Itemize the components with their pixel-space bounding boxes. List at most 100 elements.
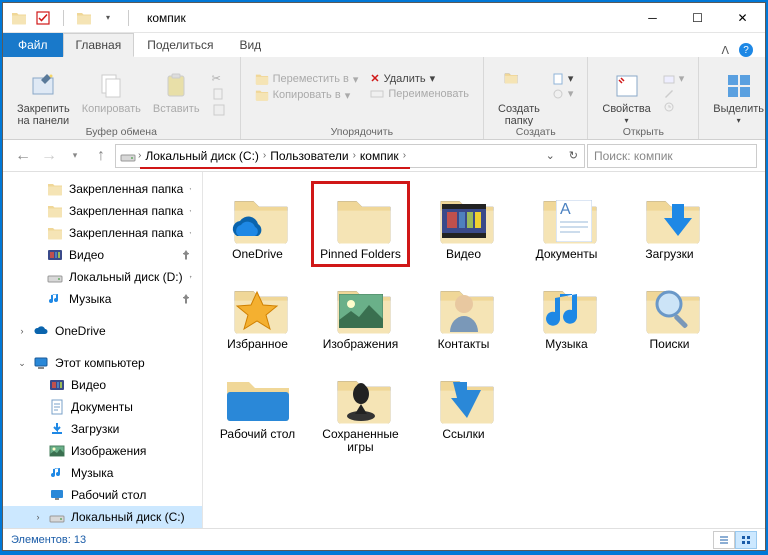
tree-label: Закрепленная папка — [69, 226, 183, 240]
tree-item-pinned[interactable]: Закрепленная папка — [3, 200, 202, 222]
ribbon-collapse-icon[interactable]: ᐱ — [721, 44, 729, 57]
view-icons-button[interactable] — [735, 531, 757, 549]
tree-label: Изображения — [71, 444, 146, 458]
folder-item[interactable]: Музыка — [518, 272, 615, 356]
maximize-button[interactable]: ☐ — [675, 3, 720, 33]
tree-item-pinned[interactable]: Закрепленная папка — [3, 222, 202, 244]
breadcrumb-seg[interactable]: компик — [358, 149, 401, 163]
paste-shortcut-button[interactable] — [208, 102, 230, 118]
video-icon — [47, 247, 63, 263]
tree-item[interactable]: Рабочий стол — [3, 484, 202, 506]
images-icon — [49, 443, 65, 459]
desktop-icon — [223, 366, 293, 426]
minimize-button[interactable]: ─ — [630, 3, 675, 33]
breadcrumb-dropdown-icon[interactable]: ⌄ — [540, 149, 561, 162]
pin-icon — [180, 249, 192, 261]
ribbon-tabs: Файл Главная Поделиться Вид ᐱ ? — [3, 33, 765, 57]
links-icon — [429, 366, 499, 426]
folder-item[interactable]: Ссылки — [415, 362, 512, 460]
file-view[interactable]: OneDrive Pinned Folders Видео A Документы Заг… — [203, 172, 765, 528]
item-label: Ссылки — [442, 428, 484, 442]
refresh-icon[interactable]: ↻ — [563, 149, 584, 162]
qat-dropdown-icon[interactable]: ▾ — [100, 10, 116, 26]
item-label: OneDrive — [232, 248, 283, 262]
easy-access-button[interactable]: ▾ — [548, 86, 578, 101]
pin-quickaccess-button[interactable]: Закрепить на панели быстрого доступа — [13, 69, 74, 126]
tree-label: Музыка — [71, 466, 113, 480]
tree-item[interactable]: Загрузки — [3, 418, 202, 440]
paste-button[interactable]: Вставить — [149, 69, 204, 117]
folder-item[interactable]: OneDrive — [209, 182, 306, 266]
delete-icon: ✕ — [370, 72, 379, 85]
properties-button[interactable]: Свойства▾ — [598, 69, 654, 126]
view-details-button[interactable] — [713, 531, 735, 549]
folder-item[interactable]: Видео — [415, 182, 512, 266]
open-button[interactable]: ▾ — [659, 71, 689, 86]
pin-icon — [189, 271, 192, 283]
help-icon[interactable]: ? — [739, 43, 753, 57]
edit-button[interactable] — [659, 86, 689, 100]
folder-item[interactable]: Сохраненные игры — [312, 362, 409, 460]
item-label: Документы — [536, 248, 598, 262]
tree-item[interactable]: Музыка — [3, 462, 202, 484]
tab-share[interactable]: Поделиться — [134, 33, 226, 57]
history-button[interactable] — [659, 100, 689, 114]
item-label: Контакты — [438, 338, 490, 352]
folder-icon — [326, 186, 396, 246]
tree-item[interactable]: Документы — [3, 396, 202, 418]
tree-item-thispc[interactable]: ⌄Этот компьютер — [3, 352, 202, 374]
folder-item[interactable]: Рабочий стол — [209, 362, 306, 460]
breadcrumb[interactable]: › Локальный диск (C:) › Пользователи › к… — [115, 144, 585, 168]
breadcrumb-seg[interactable]: Локальный диск (C:) — [143, 149, 261, 163]
folder-item[interactable]: Контакты — [415, 272, 512, 356]
tree-label: Видео — [69, 248, 104, 262]
docs-icon: A — [532, 186, 602, 246]
folder-item[interactable]: Поиски — [621, 272, 718, 356]
folder-item[interactable]: A Документы — [518, 182, 615, 266]
tree-item-pinned[interactable]: Видео — [3, 244, 202, 266]
new-item-button[interactable]: ▾ — [548, 71, 578, 86]
breadcrumb-seg[interactable]: Пользователи — [268, 149, 350, 163]
qat-folder-icon[interactable] — [76, 10, 92, 26]
item-label: Рабочий стол — [220, 428, 295, 442]
nav-tree[interactable]: Закрепленная папкаЗакрепленная папкаЗакр… — [3, 172, 203, 528]
new-folder-button[interactable]: Создать папку — [494, 69, 544, 126]
qat-properties-icon[interactable] — [35, 10, 51, 26]
tree-item[interactable]: Изображения — [3, 440, 202, 462]
nav-forward-button[interactable]: → — [37, 144, 61, 168]
item-label: Pinned Folders — [320, 248, 401, 262]
copy-path-button[interactable] — [208, 86, 230, 102]
item-label: Загрузки — [645, 248, 693, 262]
drive-icon — [120, 148, 136, 164]
tree-item-pinned[interactable]: Закрепленная папка — [3, 178, 202, 200]
folder-app-icon — [11, 10, 27, 26]
rename-button[interactable]: Переименовать — [366, 86, 473, 102]
tree-label: Музыка — [69, 292, 111, 306]
tree-item[interactable]: Видео — [3, 374, 202, 396]
folder-icon — [47, 181, 63, 197]
search-input[interactable]: Поиск: компик — [587, 144, 757, 168]
folder-item[interactable]: Загрузки — [621, 182, 718, 266]
folder-item[interactable]: Pinned Folders — [312, 182, 409, 266]
select-button[interactable]: Выделить▾ — [709, 69, 765, 126]
tab-view[interactable]: Вид — [226, 33, 274, 57]
folder-item[interactable]: Изображения — [312, 272, 409, 356]
tab-home[interactable]: Главная — [63, 33, 135, 57]
tree-item-pinned[interactable]: Музыка — [3, 288, 202, 310]
move-to-button[interactable]: Переместить в ▾ — [251, 71, 363, 87]
nav-up-button[interactable]: ↑ — [89, 144, 113, 168]
tab-file[interactable]: Файл — [3, 33, 63, 57]
nav-back-button[interactable]: ← — [11, 144, 35, 168]
tree-label: Видео — [71, 378, 106, 392]
nav-recent-button[interactable]: ▾ — [63, 144, 87, 168]
copy-button[interactable]: Копировать — [78, 69, 145, 117]
tree-item[interactable]: ›Локальный диск (C:) — [3, 506, 202, 528]
tree-item-onedrive[interactable]: ›OneDrive — [3, 320, 202, 342]
tree-item-pinned[interactable]: Локальный диск (D:) — [3, 266, 202, 288]
cut-button[interactable]: ✂ — [208, 71, 230, 86]
delete-button[interactable]: ✕Удалить ▾ — [366, 71, 473, 86]
copy-to-button[interactable]: Копировать в ▾ — [251, 87, 363, 103]
folder-item[interactable]: Избранное — [209, 272, 306, 356]
close-button[interactable]: ✕ — [720, 3, 765, 33]
item-label: Изображения — [323, 338, 398, 352]
